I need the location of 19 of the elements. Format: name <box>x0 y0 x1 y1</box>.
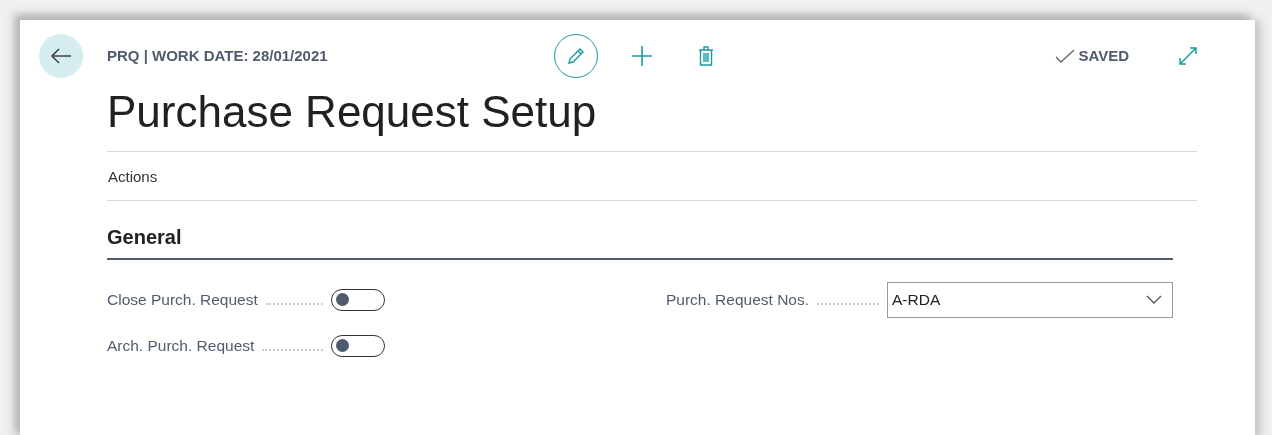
field-label: Arch. Purch. Request <box>107 336 255 357</box>
trash-icon <box>698 46 714 66</box>
plus-icon <box>631 45 653 67</box>
expand-icon <box>1178 46 1198 66</box>
save-status: SAVED <box>1078 45 1129 66</box>
actions-menu[interactable]: Actions <box>108 167 158 185</box>
chevron-down-icon <box>1146 295 1162 305</box>
checkmark-icon <box>1055 49 1076 63</box>
dropdown-field[interactable]: A-RDA <box>887 281 1173 318</box>
field-label: Close Purch. Request <box>107 290 258 311</box>
section-title[interactable]: General <box>107 226 182 249</box>
field-label: Purch. Request Nos. <box>666 290 809 311</box>
back-button[interactable] <box>39 34 83 78</box>
toggle-switch[interactable] <box>331 334 385 357</box>
page-title: Purchase Request Setup <box>107 86 598 138</box>
pencil-icon <box>566 46 586 66</box>
back-arrow-icon <box>50 47 72 65</box>
page-caption: PRQ | WORK DATE: 28/01/2021 <box>107 45 329 66</box>
toggle-switch[interactable] <box>331 288 385 311</box>
